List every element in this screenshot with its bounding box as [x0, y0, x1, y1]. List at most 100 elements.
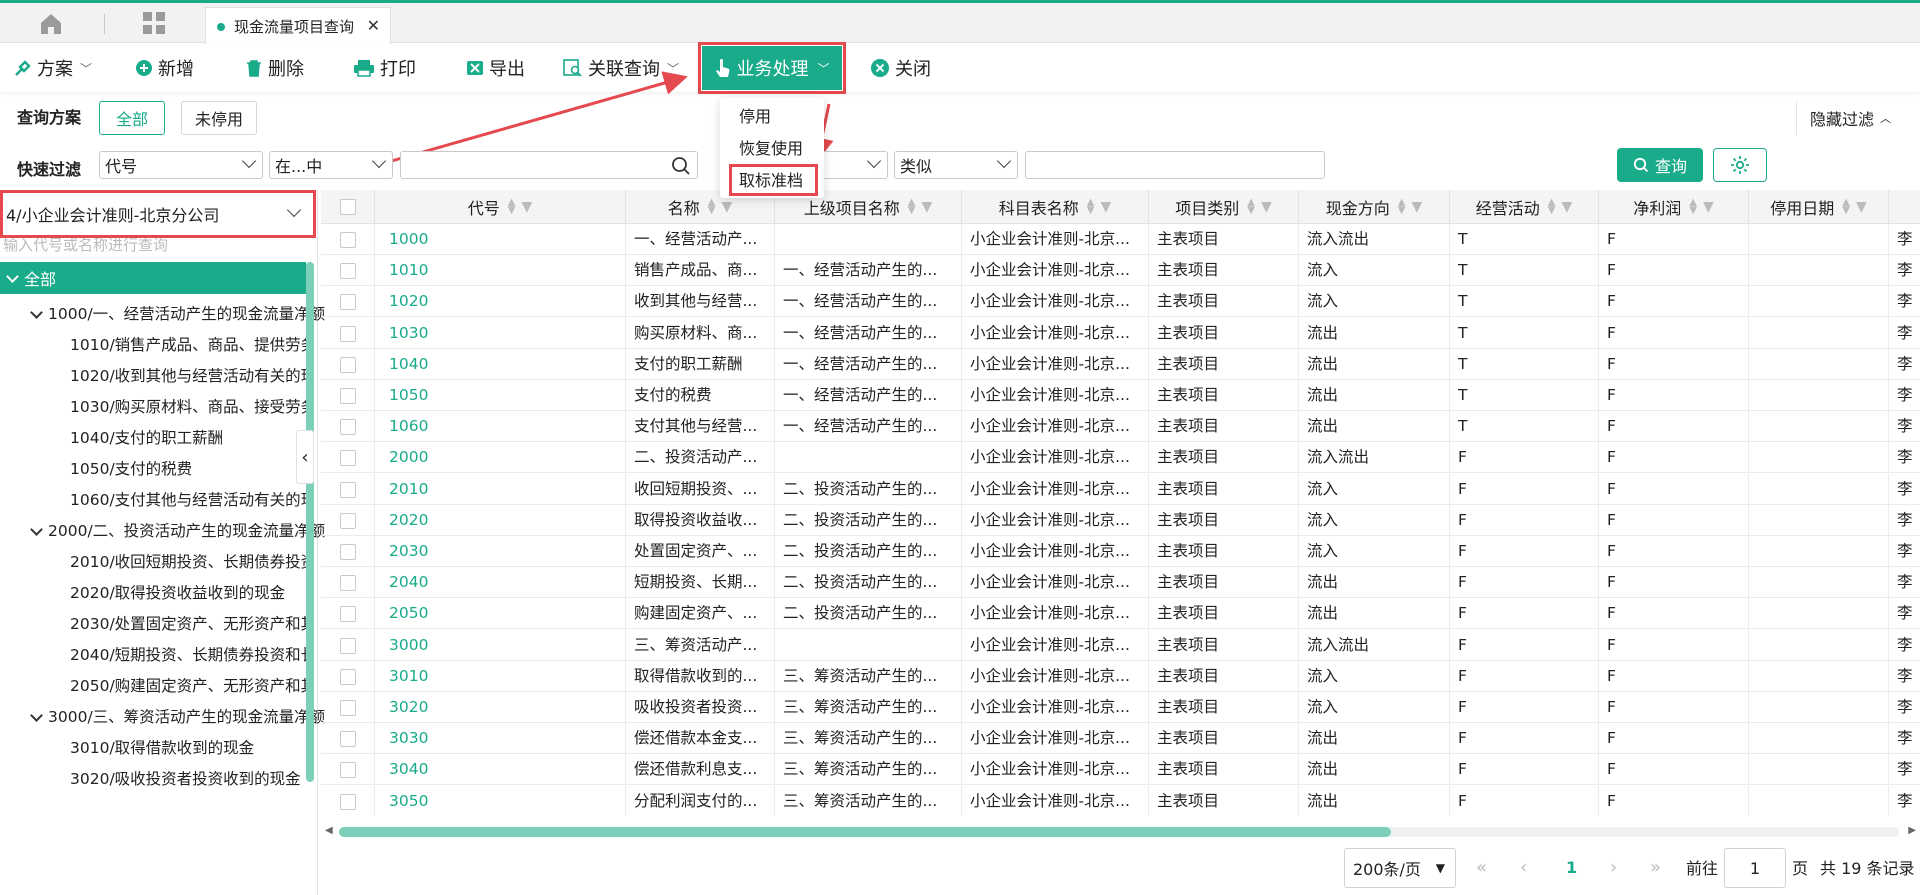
tree-node[interactable]: 3020/吸收投资者投资收到的现金: [70, 764, 306, 794]
tree-node-all[interactable]: 全部: [0, 262, 306, 294]
table-cell[interactable]: 1050: [375, 380, 626, 411]
tree-node[interactable]: 1060/支付其他与经营活动有关的现金: [70, 485, 306, 515]
table-row[interactable]: 1060 支付其他与经营... 一、经营活动产生的... 小企业会计准则-北京... 主…: [321, 411, 1920, 443]
query-button[interactable]: 查询: [1617, 148, 1703, 182]
column-header[interactable]: 净利润 ▲ ▼ ▼: [1599, 190, 1749, 224]
sort-icon[interactable]: ▲ ▼: [508, 198, 516, 216]
next-page-button[interactable]: ›: [1610, 848, 1617, 886]
row-checkbox[interactable]: [340, 637, 356, 654]
table-cell[interactable]: 3010: [375, 660, 626, 692]
scroll-right-icon[interactable]: ▶: [1908, 825, 1916, 836]
sort-icon[interactable]: ▲ ▼: [1087, 198, 1095, 216]
table-row[interactable]: 1000 一、经营活动产... 小企业会计准则-北京... 主表项目 流入流出 T F 李: [321, 224, 1920, 255]
row-checkbox[interactable]: [340, 762, 356, 779]
column-header[interactable]: 经营活动 ▲ ▼ ▼: [1450, 190, 1599, 224]
tree-scrollbar[interactable]: [306, 262, 314, 782]
table-row[interactable]: 3010 取得借款收到的... 三、筹资活动产生的... 小企业会计准则-北京... 主…: [321, 660, 1920, 692]
row-checkbox[interactable]: [340, 388, 356, 404]
filter-value2-input[interactable]: [1025, 151, 1325, 179]
tree-node[interactable]: 2010/收回短期投资、长期债券投资和长期股权投资收到的现金: [70, 547, 306, 577]
sort-icon[interactable]: ▲ ▼: [708, 198, 716, 216]
table-cell[interactable]: 3030: [375, 723, 626, 755]
tree-search-input[interactable]: 输入代号或名称进行查询: [0, 238, 314, 258]
row-checkbox[interactable]: [340, 419, 356, 436]
settings-button[interactable]: [1713, 148, 1767, 182]
horizontal-scrollbar[interactable]: ◀ ▶: [321, 822, 1920, 842]
table-cell[interactable]: 2050: [375, 598, 626, 630]
tree-node[interactable]: 1020/收到其他与经营活动有关的现金: [70, 361, 306, 391]
tree-node[interactable]: 2040/短期投资、长期债券投资和长期股权投资支付的现金: [70, 640, 306, 670]
table-row[interactable]: 3050 分配利润支付的... 三、筹资活动产生的... 小企业会计准则-北京... 主…: [321, 785, 1920, 816]
table-row[interactable]: 1040 支付的职工薪酬 一、经营活动产生的... 小企业会计准则-北京... 主表项目…: [321, 348, 1920, 380]
table-row[interactable]: 2040 短期投资、长期... 二、投资活动产生的... 小企业会计准则-北京... 主…: [321, 567, 1920, 599]
row-checkbox[interactable]: [340, 544, 356, 560]
table-cell[interactable]: 1020: [375, 286, 626, 318]
filter-icon[interactable]: ▼: [521, 199, 532, 215]
table-cell[interactable]: 1000: [375, 224, 626, 255]
tree-node[interactable]: 2020/取得投资收益收到的现金: [70, 578, 306, 608]
column-header[interactable]: 现金方向 ▲ ▼ ▼: [1299, 190, 1450, 224]
column-header[interactable]: [1889, 190, 1920, 224]
filter-icon[interactable]: ▼: [1856, 199, 1867, 215]
row-checkbox[interactable]: [340, 512, 356, 529]
row-checkbox[interactable]: [340, 232, 356, 248]
search-icon[interactable]: [671, 156, 691, 176]
sort-icon[interactable]: ▲ ▼: [1247, 198, 1255, 216]
table-cell[interactable]: 3000: [375, 629, 626, 661]
chip-all[interactable]: 全部: [99, 101, 165, 135]
tree-node[interactable]: 3000/三、筹资活动产生的现金流量净额: [30, 702, 325, 732]
page-size-select[interactable]: 200条/页 ▼: [1344, 848, 1456, 888]
scroll-left-icon[interactable]: ◀: [325, 825, 333, 836]
scroll-thumb[interactable]: [339, 827, 1391, 837]
filter-icon[interactable]: ▼: [1561, 199, 1572, 215]
sort-icon[interactable]: ▲ ▼: [908, 198, 916, 216]
filter-icon[interactable]: ▼: [1411, 199, 1422, 215]
filter-icon[interactable]: ▼: [1703, 199, 1714, 215]
column-header[interactable]: 项目类别 ▲ ▼ ▼: [1149, 190, 1299, 224]
page-current[interactable]: 1: [1566, 848, 1577, 886]
row-checkbox[interactable]: [340, 325, 356, 342]
row-checkbox[interactable]: [340, 575, 356, 592]
row-checkbox[interactable]: [340, 731, 356, 748]
hide-filter-button[interactable]: 隐藏过滤 ︿: [1796, 101, 1904, 135]
tree-node[interactable]: 1000/一、经营活动产生的现金流量净额: [30, 299, 325, 329]
filter-field2-select[interactable]: [822, 151, 888, 179]
prev-page-button[interactable]: ‹: [1520, 848, 1527, 886]
filter-operator2-select[interactable]: 类似: [894, 151, 1018, 179]
table-row[interactable]: 2030 处置固定资产、... 二、投资活动产生的... 小企业会计准则-北京... 主…: [321, 536, 1920, 567]
menu-item-disable[interactable]: 停用: [720, 102, 824, 132]
goto-page-input[interactable]: 1: [1724, 848, 1786, 888]
row-checkbox[interactable]: [340, 450, 356, 467]
sort-icon[interactable]: ▲ ▼: [1548, 198, 1556, 216]
row-checkbox[interactable]: [340, 668, 356, 685]
table-cell[interactable]: 2010: [375, 473, 626, 505]
last-page-button[interactable]: »: [1650, 848, 1661, 886]
filter-field-select[interactable]: 代号: [99, 151, 263, 179]
column-header[interactable]: 科目表名称 ▲ ▼ ▼: [962, 190, 1149, 224]
select-all-checkbox[interactable]: [340, 199, 356, 215]
row-checkbox[interactable]: [340, 263, 356, 280]
tree-node[interactable]: 2050/购建固定资产、无形资产和其他非流动资产支付的现金: [70, 671, 306, 701]
filter-value-input[interactable]: [400, 151, 698, 179]
row-checkbox[interactable]: [340, 700, 356, 716]
table-cell[interactable]: 2020: [375, 504, 626, 536]
tree-node[interactable]: 1010/销售产成品、商品、提供劳务收到的现金: [70, 330, 306, 360]
row-checkbox[interactable]: [340, 356, 356, 373]
tree-node[interactable]: 2000/二、投资活动产生的现金流量净额: [30, 516, 325, 546]
filter-icon[interactable]: ▼: [1100, 199, 1111, 215]
table-row[interactable]: 3030 偿还借款本金支... 三、筹资活动产生的... 小企业会计准则-北京... 主…: [321, 723, 1920, 755]
collapse-panel-button[interactable]: ‹: [296, 430, 314, 484]
filter-icon[interactable]: ▼: [921, 199, 932, 215]
row-checkbox[interactable]: [340, 294, 356, 311]
column-header[interactable]: 代号 ▲ ▼ ▼: [375, 190, 626, 224]
tree-node[interactable]: 2030/处置固定资产、无形资产和其他非流动资产收回的现金净额: [70, 609, 306, 639]
table-cell[interactable]: 3050: [375, 785, 626, 816]
table-row[interactable]: 1050 支付的税费 一、经营活动产生的... 小企业会计准则-北京... 主表项目 流出…: [321, 380, 1920, 411]
table-row[interactable]: 3000 三、筹资活动产... 小企业会计准则-北京... 主表项目 流入流出 F F 李: [321, 629, 1920, 661]
tree-node[interactable]: 3010/取得借款收到的现金: [70, 733, 306, 763]
table-cell[interactable]: 1060: [375, 411, 626, 443]
row-checkbox[interactable]: [340, 481, 356, 498]
menu-item-restore[interactable]: 恢复使用: [720, 134, 824, 164]
filter-icon[interactable]: ▼: [1261, 199, 1272, 215]
table-row[interactable]: 2000 二、投资活动产... 小企业会计准则-北京... 主表项目 流入流出 F F 李: [321, 442, 1920, 474]
